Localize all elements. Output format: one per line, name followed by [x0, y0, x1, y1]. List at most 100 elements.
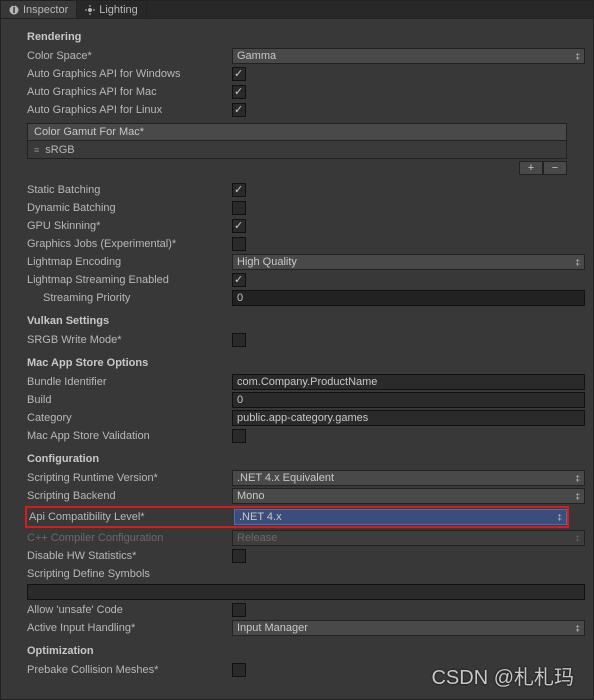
section-rendering: Rendering: [27, 31, 585, 43]
row-cpp-config: C++ Compiler Configuration Release‡: [27, 529, 585, 547]
row-auto-gfx-linux: Auto Graphics API for Linux: [27, 101, 585, 119]
label: SRGB Write Mode*: [27, 334, 232, 346]
row-category: Category: [27, 409, 585, 427]
sun-icon: [85, 5, 95, 15]
label: Allow 'unsafe' Code: [27, 604, 232, 616]
tab-label: Inspector: [23, 4, 68, 16]
label: Auto Graphics API for Mac: [27, 86, 232, 98]
row-auto-gfx-windows: Auto Graphics API for Windows: [27, 65, 585, 83]
inspector-window: i Inspector Lighting Rendering Color Spa…: [0, 0, 594, 700]
label: Bundle Identifier: [27, 376, 232, 388]
label: Api Compatibility Level*: [29, 511, 234, 523]
tab-bar: i Inspector Lighting: [1, 1, 593, 19]
checkbox-allow-unsafe[interactable]: [232, 603, 246, 617]
dropdown-value: .NET 4.x: [239, 511, 282, 523]
row-api-compat: Api Compatibility Level* .NET 4.x ‡: [27, 508, 567, 526]
label: Lightmap Streaming Enabled: [27, 274, 232, 286]
chevron-down-icon: ‡: [576, 624, 580, 633]
label: Mac App Store Validation: [27, 430, 232, 442]
label: Active Input Handling*: [27, 622, 232, 634]
row-srgb-write: SRGB Write Mode*: [27, 331, 585, 349]
checkbox-graphics-jobs[interactable]: [232, 237, 246, 251]
row-active-input: Active Input Handling* Input Manager ‡: [27, 619, 585, 637]
list-item-label: sRGB: [45, 144, 74, 156]
dropdown-value: Mono: [237, 490, 265, 502]
row-lightmap-encoding: Lightmap Encoding High Quality‡: [27, 253, 585, 271]
chevron-down-icon: ‡: [576, 474, 580, 483]
label: GPU Skinning*: [27, 220, 232, 232]
dropdown-value: Input Manager: [237, 622, 308, 634]
checkbox-prebake-collision[interactable]: [232, 663, 246, 677]
drag-handle-icon[interactable]: ≡: [34, 145, 39, 155]
checkbox-srgb-write[interactable]: [232, 333, 246, 347]
label: Auto Graphics API for Windows: [27, 68, 232, 80]
row-graphics-jobs: Graphics Jobs (Experimental)*: [27, 235, 585, 253]
row-mac-validation: Mac App Store Validation: [27, 427, 585, 445]
checkbox-gpu-skinning[interactable]: [232, 219, 246, 233]
row-streaming-priority: Streaming Priority: [43, 289, 585, 307]
label: Dynamic Batching: [27, 202, 232, 214]
dropdown-value: .NET 4.x Equivalent: [237, 472, 334, 484]
row-auto-gfx-mac: Auto Graphics API for Mac: [27, 83, 585, 101]
add-button[interactable]: +: [519, 161, 543, 175]
row-static-batching: Static Batching: [27, 181, 585, 199]
dropdown-color-space[interactable]: Gamma‡: [232, 48, 585, 64]
checkbox-disable-hw-stats[interactable]: [232, 549, 246, 563]
label: Category: [27, 412, 232, 424]
row-build: Build: [27, 391, 585, 409]
checkbox-lightmap-streaming[interactable]: [232, 273, 246, 287]
chevron-down-icon: ‡: [576, 492, 580, 501]
row-color-space: Color Space* Gamma‡: [27, 47, 585, 65]
label: Lightmap Encoding: [27, 256, 232, 268]
input-category[interactable]: [232, 410, 585, 426]
list-header-color-gamut[interactable]: Color Gamut For Mac*: [27, 123, 567, 141]
label: Auto Graphics API for Linux: [27, 104, 232, 116]
label: Scripting Backend: [27, 490, 232, 502]
row-dynamic-batching: Dynamic Batching: [27, 199, 585, 217]
checkbox-auto-gfx-mac[interactable]: [232, 85, 246, 99]
row-bundle-id: Bundle Identifier: [27, 373, 585, 391]
label: Streaming Priority: [43, 292, 232, 304]
list-controls: + −: [27, 161, 567, 175]
label: Scripting Define Symbols: [27, 568, 232, 580]
label: Build: [27, 394, 232, 406]
label: Prebake Collision Meshes*: [27, 664, 232, 676]
dropdown-scripting-runtime[interactable]: .NET 4.x Equivalent ‡: [232, 470, 585, 486]
tab-inspector[interactable]: i Inspector: [1, 1, 77, 18]
dropdown-active-input[interactable]: Input Manager ‡: [232, 620, 585, 636]
list-item-srgb[interactable]: ≡ sRGB: [27, 141, 567, 159]
label: Disable HW Statistics*: [27, 550, 232, 562]
checkbox-auto-gfx-windows[interactable]: [232, 67, 246, 81]
row-allow-unsafe: Allow 'unsafe' Code: [27, 601, 585, 619]
dropdown-scripting-backend[interactable]: Mono ‡: [232, 488, 585, 504]
section-optimization: Optimization: [27, 645, 585, 657]
input-bundle-id[interactable]: [232, 374, 585, 390]
label-color-space: Color Space*: [27, 50, 232, 62]
info-icon: i: [9, 5, 19, 15]
row-lightmap-streaming: Lightmap Streaming Enabled: [27, 271, 585, 289]
checkbox-static-batching[interactable]: [232, 183, 246, 197]
remove-button[interactable]: −: [543, 161, 567, 175]
chevron-down-icon: ‡: [576, 534, 580, 543]
input-define-symbols[interactable]: [27, 584, 585, 600]
checkbox-auto-gfx-linux[interactable]: [232, 103, 246, 117]
chevron-down-icon: ‡: [576, 258, 580, 267]
dropdown-cpp-config: Release‡: [232, 530, 585, 546]
tab-label: Lighting: [99, 4, 138, 16]
highlight-api-compat: Api Compatibility Level* .NET 4.x ‡: [25, 506, 569, 528]
section-mac-app-store: Mac App Store Options: [27, 357, 585, 369]
tab-lighting[interactable]: Lighting: [77, 1, 147, 18]
label: Graphics Jobs (Experimental)*: [27, 238, 232, 250]
dropdown-api-compat[interactable]: .NET 4.x ‡: [234, 509, 567, 525]
dropdown-value: Gamma: [237, 50, 276, 62]
input-build[interactable]: [232, 392, 585, 408]
row-scripting-backend: Scripting Backend Mono ‡: [27, 487, 585, 505]
checkbox-mac-validation[interactable]: [232, 429, 246, 443]
input-streaming-priority[interactable]: [232, 290, 585, 306]
section-configuration: Configuration: [27, 453, 585, 465]
row-define-symbols-input: [27, 583, 585, 601]
dropdown-lightmap-encoding[interactable]: High Quality‡: [232, 254, 585, 270]
checkbox-dynamic-batching[interactable]: [232, 201, 246, 215]
chevron-down-icon: ‡: [558, 513, 562, 522]
label: Scripting Runtime Version*: [27, 472, 232, 484]
